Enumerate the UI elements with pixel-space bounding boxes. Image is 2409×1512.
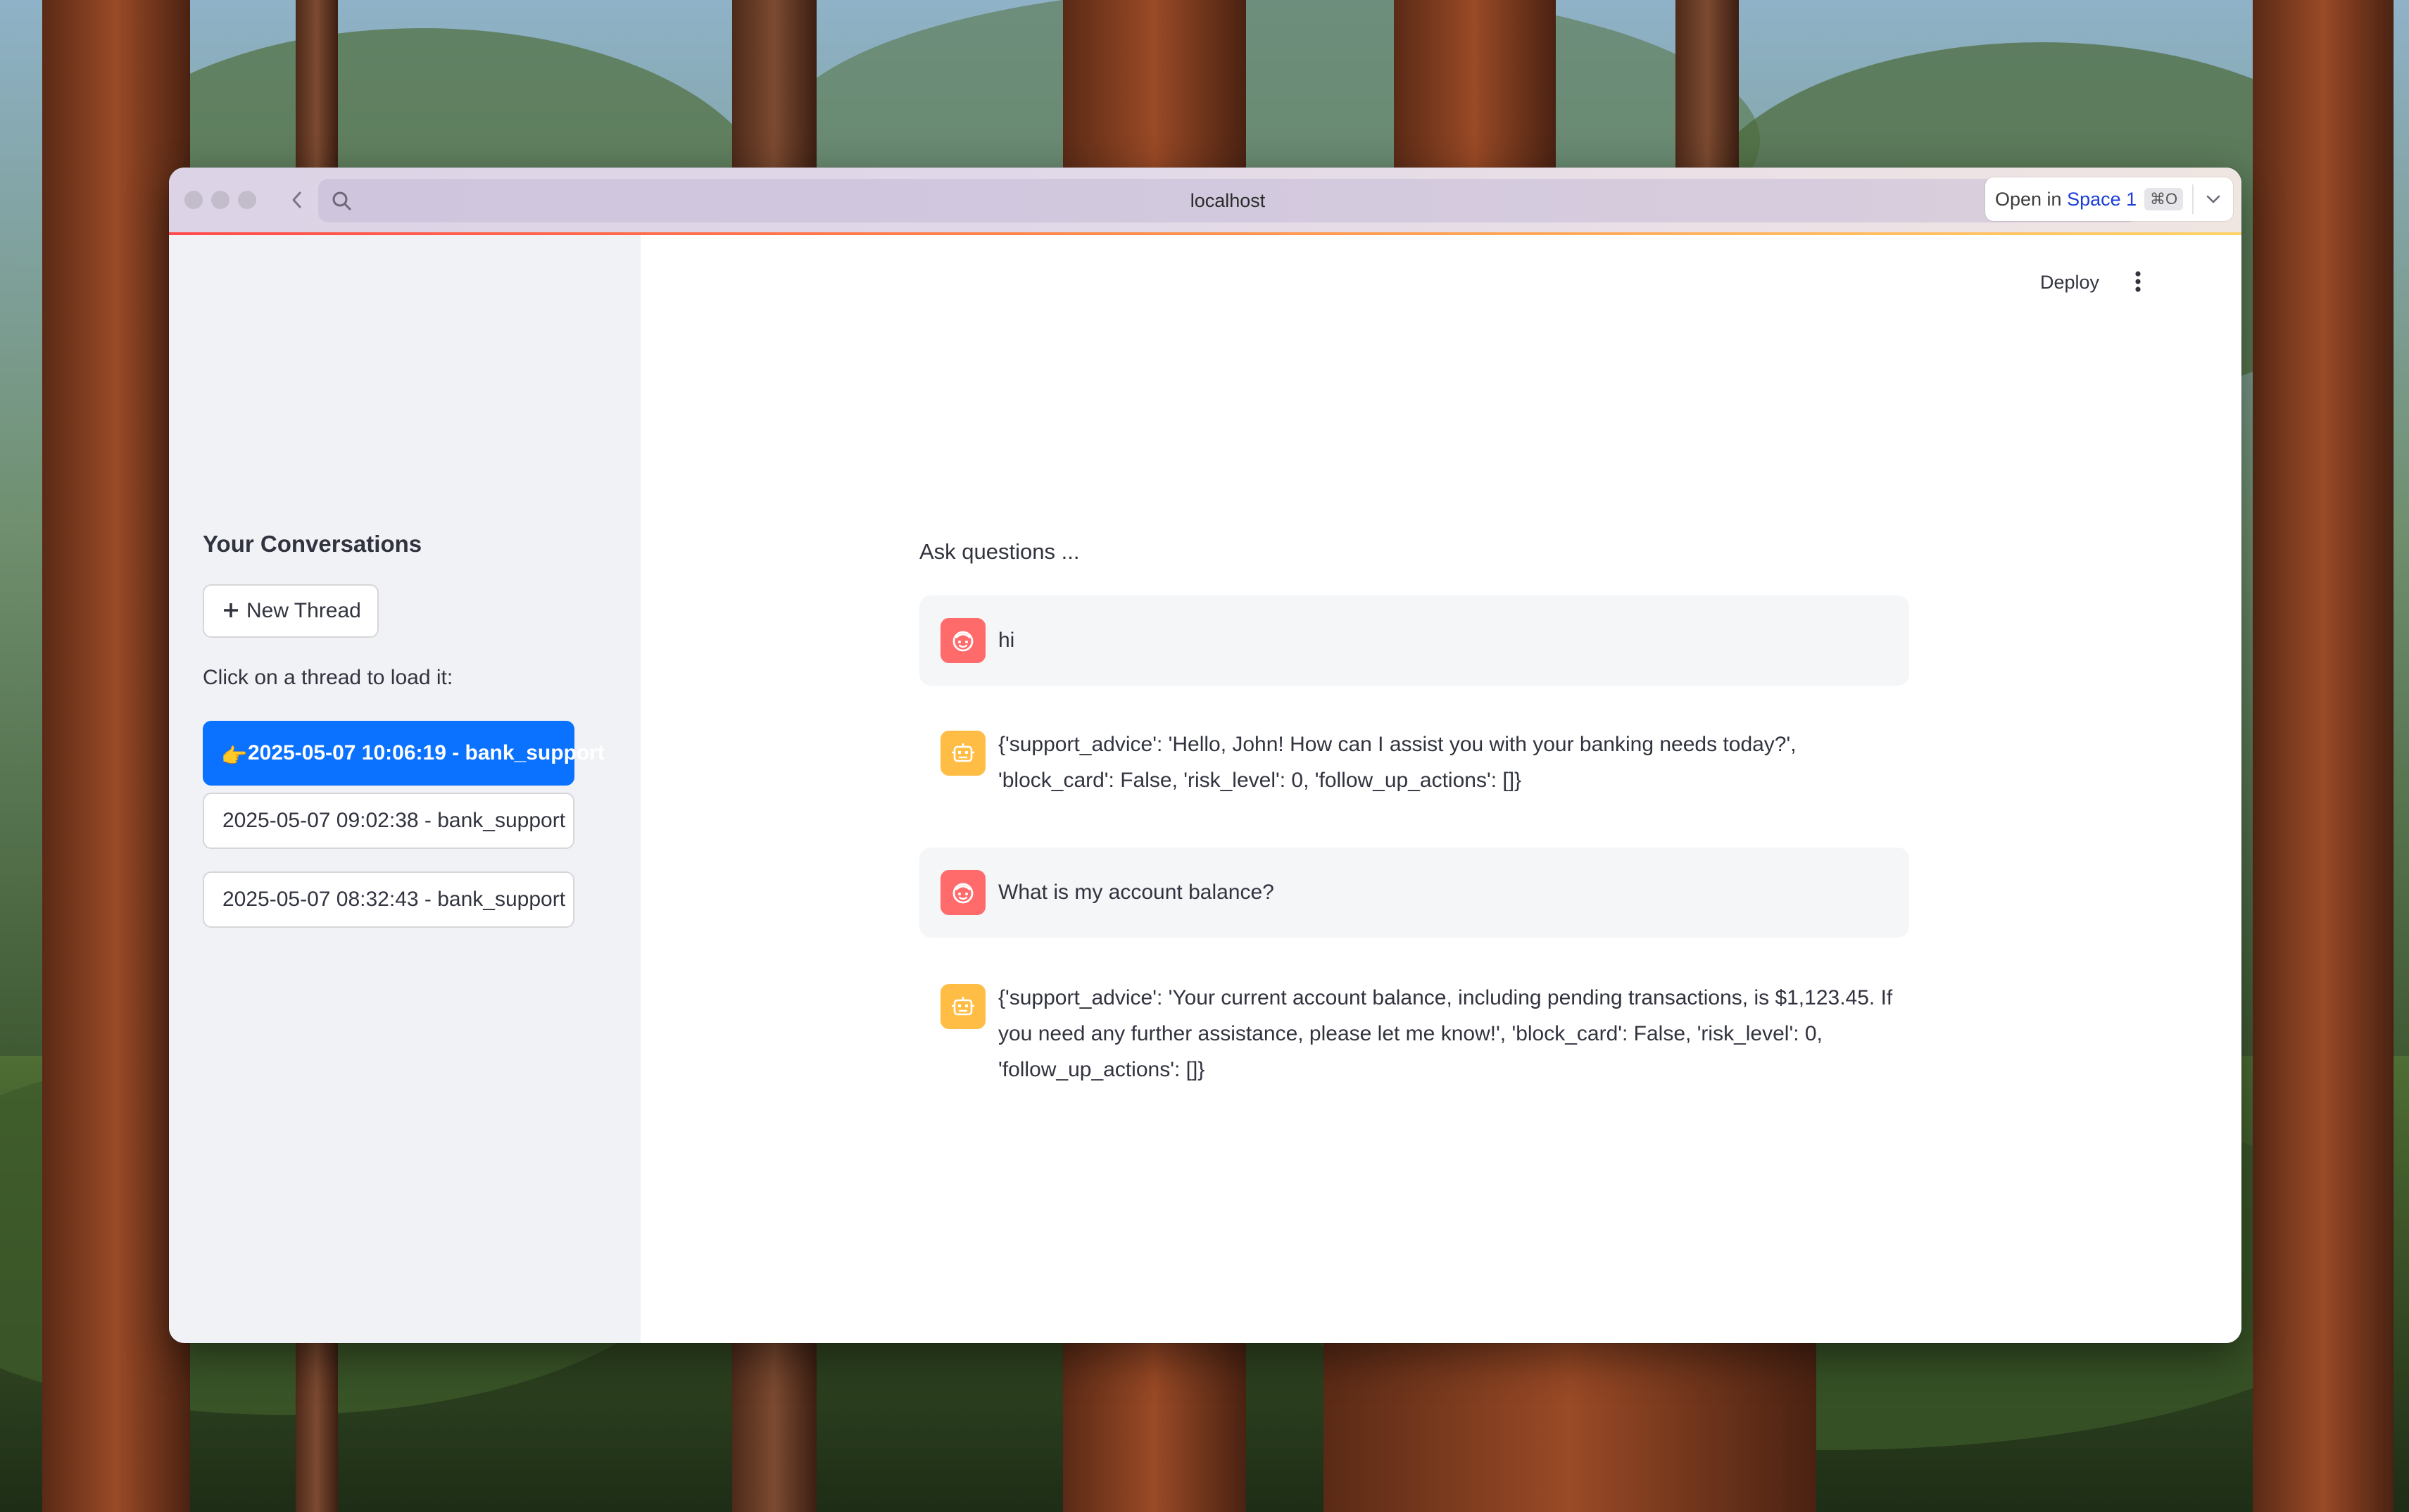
robot-icon [941,984,986,1029]
main-content: Deploy Ask questions ... hi {'support_ad… [641,235,2241,1343]
thread-button[interactable]: 2025-05-07 09:02:38 - bank_support [203,793,574,849]
chevron-down-icon[interactable] [2199,187,2227,211]
open-in-space-button[interactable]: Open in Space 1 ⌘O [1985,177,2233,221]
thread-label: 2025-05-07 08:32:43 - bank_support [222,888,566,911]
deploy-button[interactable]: Deploy [2040,272,2099,294]
browser-window: localhost Open in Space 1 ⌘O Your Conver… [169,168,2241,1343]
chevron-left-icon [292,191,301,208]
new-thread-label: New Thread [246,599,361,622]
new-thread-button[interactable]: New Thread [203,584,379,638]
window-minimize-button[interactable] [211,191,229,209]
sidebar: Your Conversations New Thread Click on a… [169,235,641,1343]
kebab-menu-icon[interactable] [2127,266,2149,297]
back-button[interactable] [282,184,313,215]
address-bar[interactable]: localhost [318,179,2137,222]
url-text[interactable]: localhost [318,179,2137,222]
user-face-icon [941,870,986,915]
open-in-label: Open in Space 1 [1995,177,2137,221]
open-in-prefix: Open in [1995,189,2062,210]
thread-button-selected[interactable]: 👉2025-05-07 10:06:19 - bank_support [203,721,605,786]
desktop: localhost Open in Space 1 ⌘O Your Conver… [0,0,2409,1512]
user-face-icon [941,618,986,663]
pointing-hand-icon: 👉 [221,745,248,768]
robot-icon [941,731,986,776]
thread-label: 2025-05-07 09:02:38 - bank_support [222,809,566,832]
window-close-button[interactable] [184,191,203,209]
thread-label: 2025-05-07 10:06:19 - bank_support [248,741,605,764]
thread-button[interactable]: 2025-05-07 08:32:43 - bank_support [203,871,574,928]
chat-message-user: hi [919,596,1909,686]
search-icon [328,187,355,214]
message-text: {'support_advice': 'Your current account… [998,986,1893,1081]
sidebar-hint: Click on a thread to load it: [203,666,453,689]
chat-message-assistant: {'support_advice': 'Hello, John! How can… [919,707,1909,840]
chat-message-assistant: {'support_advice': 'Your current account… [919,960,1909,1129]
divider [2192,184,2194,214]
open-in-space-name: Space 1 [2067,189,2137,210]
browser-toolbar: localhost Open in Space 1 ⌘O [169,168,2241,234]
keyboard-shortcut-badge: ⌘O [2144,188,2184,210]
sidebar-title: Your Conversations [203,531,422,557]
plus-icon [224,603,238,617]
page-title: Ask questions ... [919,539,1080,564]
chat-message-user: What is my account balance? [919,848,1909,938]
message-text: hi [998,629,1015,652]
window-maximize-button[interactable] [238,191,256,209]
message-text: {'support_advice': 'Hello, John! How can… [998,733,1797,792]
message-text: What is my account balance? [998,881,1274,904]
